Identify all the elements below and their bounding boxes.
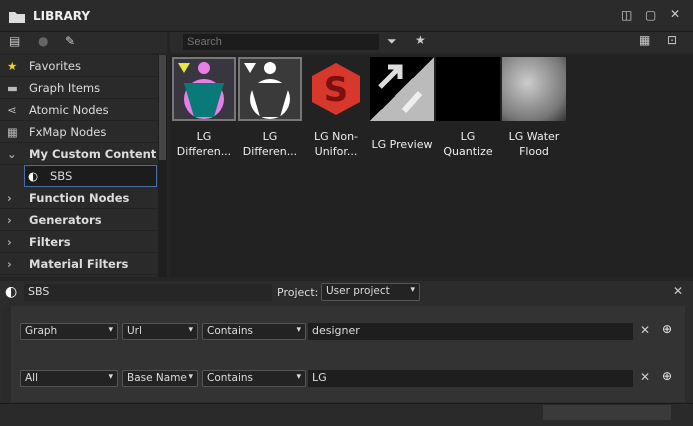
close-filter-icon[interactable]: ✕ [673,284,683,298]
tree-label: Generators [29,212,102,227]
tree-item-sbs[interactable]: ◐ SBS [24,165,157,187]
tree-label: Material Filters [29,256,129,271]
chevron-right-icon: › [7,234,12,249]
item-caption: LG Preview [371,138,433,151]
favorite-filter-icon[interactable]: ★ [415,33,426,47]
item-caption: LG Differen... [176,130,232,158]
tree-label: SBS [50,169,73,183]
chevron-right-icon: › [7,190,12,205]
tree-item-graph-items[interactable]: ▬ Graph Items [0,77,158,99]
library-toolbar: ▤ ● ✎ [0,32,167,53]
sbs-icon: ◐ [5,284,18,300]
tree-item-generators[interactable]: › Generators [0,209,158,231]
tree-item-filters[interactable]: › Filters [0,231,158,253]
tree-item-function-nodes[interactable]: › Function Nodes [0,187,158,209]
thumbnail-lg-quantize[interactable] [436,57,500,121]
tree-item-my-custom-content[interactable]: ⌄ My Custom Content [0,143,158,165]
view-mode-icon[interactable]: ▦ [639,33,650,47]
sbs-icon: ◐ [28,169,39,183]
project-label: Project: [277,286,319,299]
filter-operator-select[interactable]: Contains [202,370,306,387]
status-progress [543,405,671,420]
tree-label: Graph Items [29,80,101,95]
folder-icon [9,12,25,23]
filter-value-input[interactable]: designer [308,323,633,340]
filter-value-input[interactable]: LG [308,370,633,387]
add-row-icon[interactable]: ⊕ [662,322,672,336]
tree-item-atomic-nodes[interactable]: ⋖ Atomic Nodes [0,99,158,121]
chevron-down-icon: ⌄ [7,146,17,161]
title-bar: LIBRARY ◫ ▢ ✕ [0,0,693,32]
panel-title: LIBRARY [33,9,91,23]
tree-label: My Custom Content [29,146,157,161]
thumbnail-lg-difference-1[interactable] [172,57,236,121]
tree-label: FxMap Nodes [29,124,107,139]
pencil-icon[interactable]: ✎ [65,34,75,48]
chevron-right-icon: › [7,212,12,227]
grid-icon: ▦ [7,124,18,139]
filter-operator-select[interactable]: Contains [202,323,306,340]
close-icon[interactable]: ✕ [670,7,680,21]
maximize-icon[interactable]: ▢ [645,8,656,22]
filter-name-field[interactable]: SBS [24,284,272,301]
item-caption: LG Non- Unifor... [313,130,359,158]
tree-label: Atomic Nodes [29,102,109,117]
filter-field-select[interactable]: Url [122,323,198,340]
tree-label: Function Nodes [29,190,130,205]
tree-item-favorites[interactable]: ★ Favorites [0,55,158,77]
export-icon[interactable]: ⊡ [667,33,677,47]
thumbnail-lg-water-flood[interactable] [502,57,566,121]
thumbnail-lg-difference-2[interactable] [238,57,302,121]
tree-label: Favorites [29,58,81,73]
tree-item-material-filters[interactable]: › Material Filters [0,253,158,275]
search-input[interactable] [183,34,379,50]
filter-scope-select[interactable]: All [20,370,118,387]
new-folder-icon[interactable]: ▤ [9,34,20,48]
dock-icon[interactable]: ◫ [621,8,632,22]
star-icon: ★ [7,58,18,73]
filter-scope-select[interactable]: Graph [20,323,118,340]
filter-rows [3,306,685,402]
filter-field-select[interactable]: Base Name [122,370,198,387]
remove-row-icon[interactable]: ✕ [640,323,650,337]
item-caption: LG Differen... [242,130,298,158]
item-caption: LG Water Flood [508,130,560,158]
thumbnail-lg-preview[interactable] [370,57,434,121]
library-tree: ★ Favorites ▬ Graph Items ⋖ Atomic Nodes ▦ F… [0,55,158,277]
project-select[interactable]: User project [321,283,420,301]
filter-panel: ◐ SBS Project: User project ✕ Graph Url … [0,281,693,426]
speech-bubble-icon: ▬ [7,80,18,95]
add-row-icon[interactable]: ⊕ [662,369,672,383]
chevron-right-icon: › [7,256,12,271]
tree-scrollbar[interactable] [158,55,167,277]
filter-icon[interactable]: ⏷ [387,34,397,49]
add-node-icon[interactable]: ● [38,34,48,48]
tree-item-fxmap-nodes[interactable]: ▦ FxMap Nodes [0,121,158,143]
tree-label: Filters [29,234,71,249]
item-caption: LG Quantize [443,130,493,158]
nodes-icon: ⋖ [7,102,17,117]
library-grid: S LG Differen... LG Differen... LG Non- Uni… [170,55,693,277]
remove-row-icon[interactable]: ✕ [640,370,650,384]
thumbnail-lg-non-uniform[interactable]: S [304,57,368,121]
svg-text:S: S [324,70,349,110]
